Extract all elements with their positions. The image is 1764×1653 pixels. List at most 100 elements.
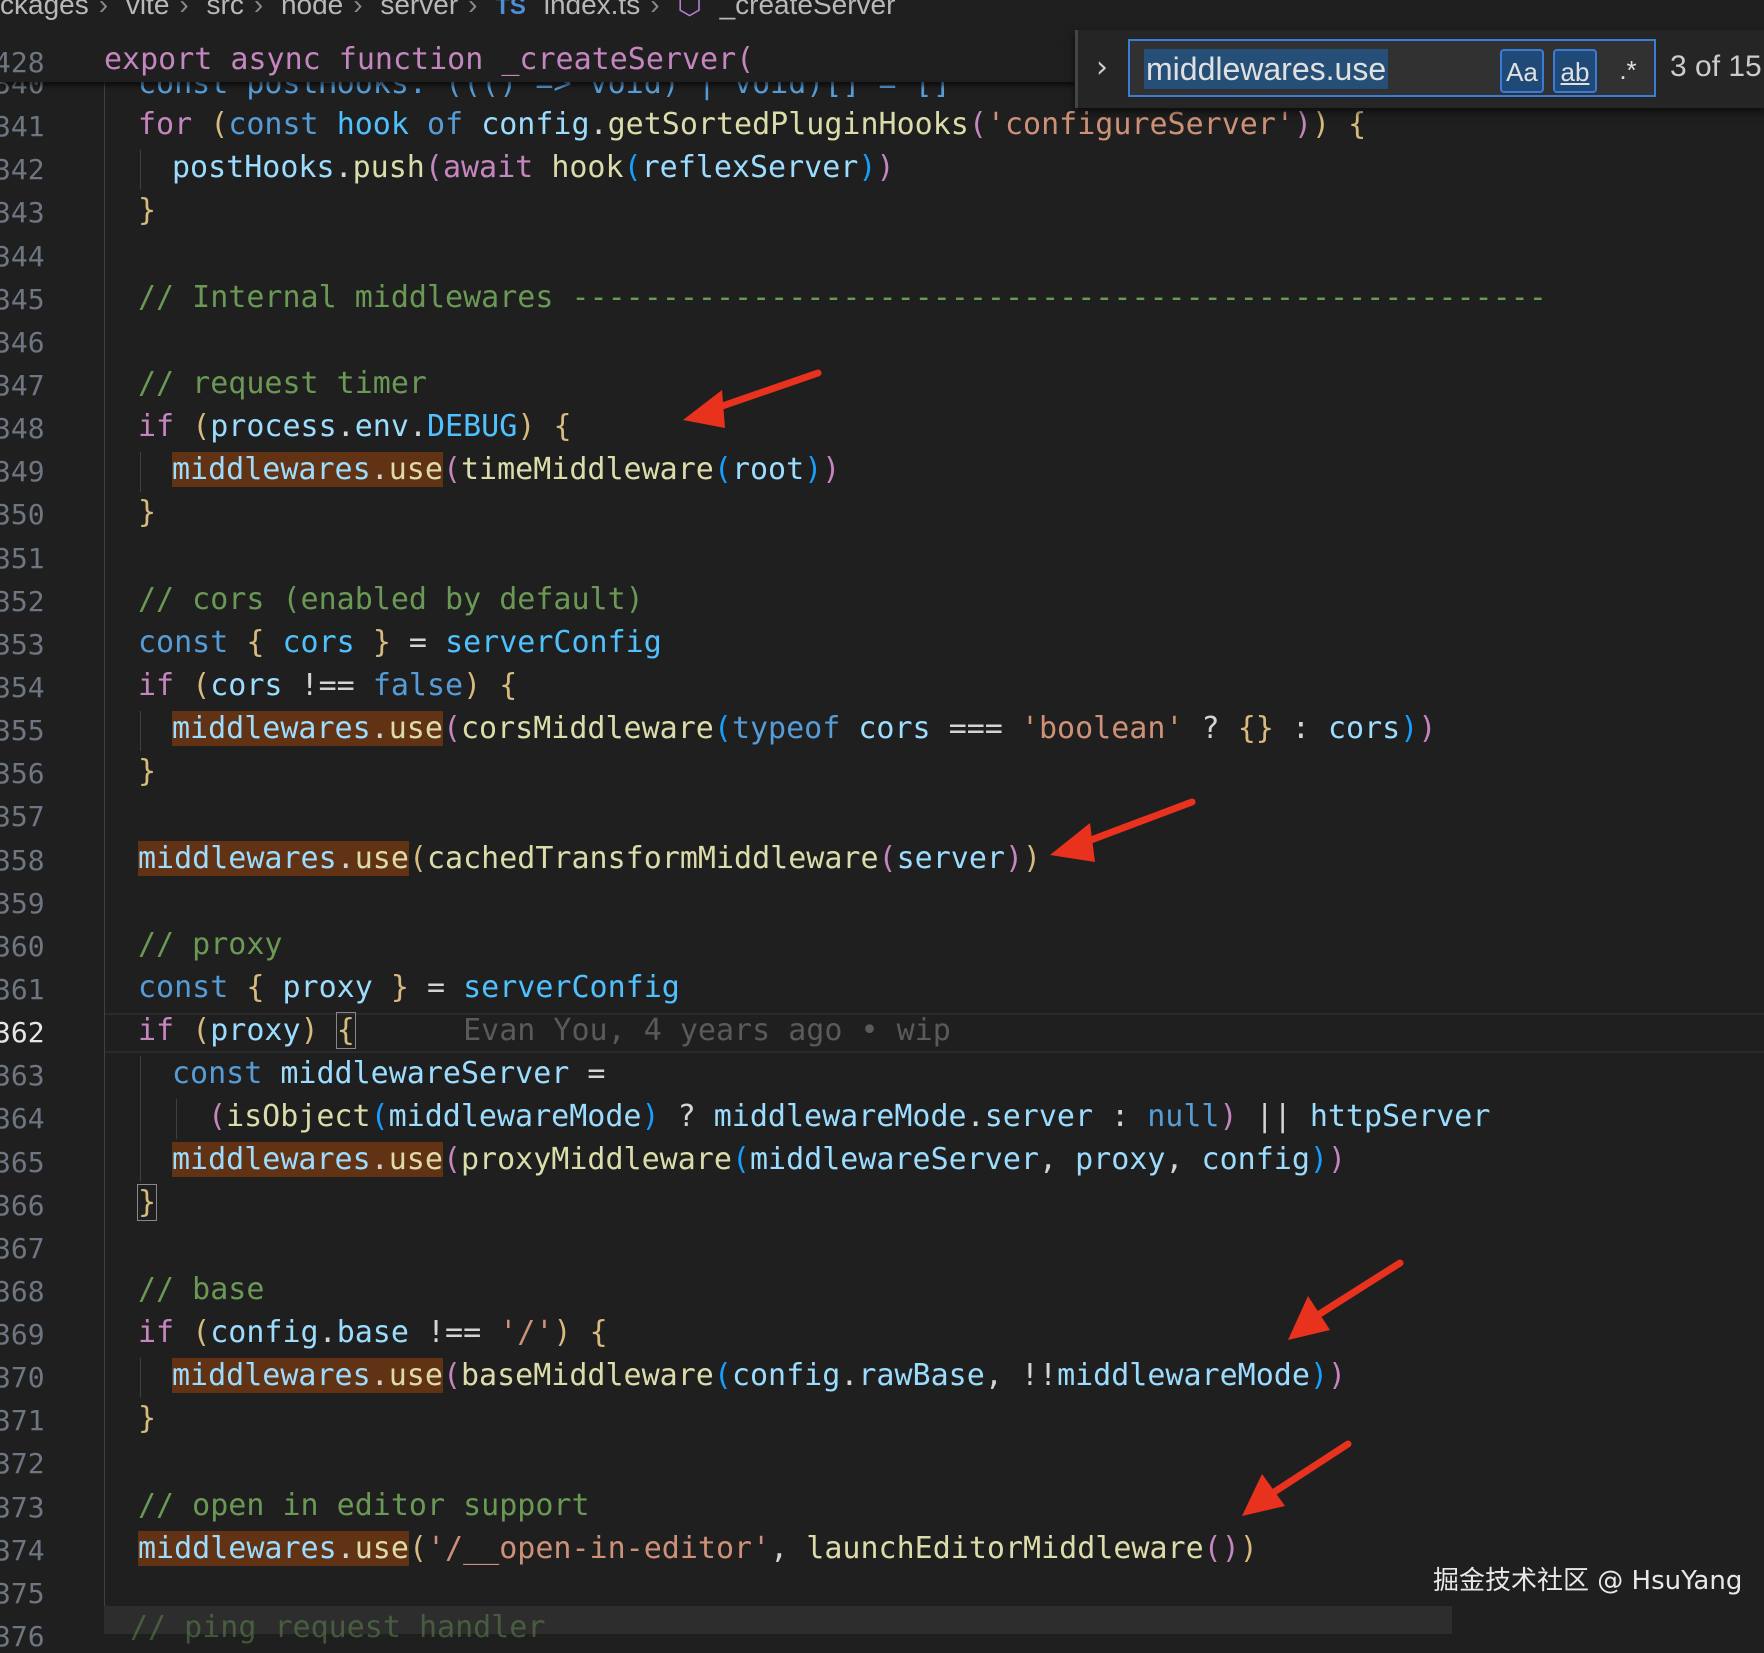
token: middlewareMode bbox=[713, 1099, 967, 1134]
token: use bbox=[354, 841, 409, 876]
token: false bbox=[372, 668, 464, 703]
code-line-358: middlewares.use(cachedTransformMiddlewar… bbox=[138, 841, 1042, 876]
breadcrumb-item-node[interactable]: node bbox=[281, 0, 343, 20]
find-input-box[interactable]: middlewares.use Aa ab .* bbox=[1128, 39, 1656, 97]
line-number[interactable]: 355 bbox=[0, 715, 45, 747]
line-number[interactable]: 373 bbox=[0, 1491, 45, 1524]
line-number[interactable]: 375 bbox=[0, 1577, 45, 1610]
search-match: middlewares.use bbox=[172, 1358, 443, 1393]
token: hook bbox=[336, 107, 409, 142]
token: proxy bbox=[210, 1013, 301, 1048]
indent-guide bbox=[176, 1099, 177, 1139]
match-case-button[interactable]: Aa bbox=[1500, 49, 1544, 93]
toggle-replace-icon[interactable]: › bbox=[1096, 50, 1126, 86]
line-number[interactable]: 370 bbox=[0, 1362, 45, 1394]
token: push bbox=[352, 150, 425, 185]
git-blame-annotation[interactable]: Evan You, 4 years ago • wip bbox=[463, 1013, 951, 1048]
breadcrumb-item-src[interactable]: src bbox=[207, 0, 244, 20]
line-number-gutter[interactable]: 340 341 342 343 344 345 346 347 348 349 350 351 352 3… bbox=[0, 0, 104, 1653]
token: const bbox=[172, 1056, 263, 1091]
indent-guide bbox=[140, 150, 141, 190]
line-number[interactable]: 356 bbox=[0, 758, 45, 790]
token: use bbox=[388, 711, 443, 746]
search-match: middlewares.use bbox=[172, 452, 443, 487]
line-number[interactable]: 372 bbox=[0, 1448, 45, 1480]
line-number[interactable]: 376 bbox=[0, 1621, 45, 1653]
match-whole-word-button[interactable]: ab bbox=[1553, 49, 1597, 93]
comment: // open in editor support bbox=[138, 1488, 590, 1523]
breadcrumb-item-symbol[interactable]: _createServer bbox=[720, 0, 896, 20]
line-number[interactable]: 363 bbox=[0, 1060, 45, 1092]
line-number[interactable]: 344 bbox=[0, 240, 45, 273]
line-number[interactable]: 364 bbox=[0, 1103, 45, 1135]
token: middlewares bbox=[172, 1358, 371, 1393]
line-number[interactable]: 366 bbox=[0, 1189, 45, 1222]
find-widget[interactable]: › middlewares.use Aa ab .* 3 of 15 bbox=[1075, 30, 1764, 108]
line-number[interactable]: 368 bbox=[0, 1275, 45, 1308]
token: proxyMiddleware bbox=[461, 1142, 732, 1177]
token: hook bbox=[551, 150, 624, 185]
code-line-365: middlewares.use(proxyMiddleware(middlewa… bbox=[172, 1142, 1347, 1177]
line-number[interactable]: 369 bbox=[0, 1319, 45, 1351]
token: use bbox=[388, 1358, 443, 1393]
typescript-file-icon: TS bbox=[495, 0, 526, 20]
token: '/' bbox=[499, 1315, 554, 1350]
comment: // cors (enabled by default) bbox=[138, 582, 644, 617]
token: cors bbox=[282, 625, 355, 660]
line-number[interactable]: 371 bbox=[0, 1405, 45, 1437]
line-number[interactable]: 354 bbox=[0, 671, 45, 704]
code-line-343: } bbox=[138, 193, 157, 228]
line-number[interactable]: 360 bbox=[0, 930, 45, 963]
search-match: middlewares.use bbox=[172, 711, 443, 746]
line-number[interactable]: 346 bbox=[0, 326, 45, 359]
line-number[interactable]: 347 bbox=[0, 369, 45, 402]
token: baseMiddleware bbox=[461, 1358, 714, 1393]
comment: // Internal middlewares ----------------… bbox=[138, 280, 1547, 315]
token: isObject bbox=[226, 1099, 371, 1134]
line-number[interactable]: 361 bbox=[0, 973, 45, 1006]
line-number[interactable]: 362 bbox=[0, 1017, 45, 1049]
line-number[interactable]: 353 bbox=[0, 628, 45, 661]
line-number[interactable]: 365 bbox=[0, 1146, 45, 1179]
find-input[interactable]: middlewares.use bbox=[1144, 49, 1389, 89]
comment: // proxy bbox=[138, 927, 283, 962]
breadcrumb: ckages › vite › src › node › server › TS inde… bbox=[0, 0, 1764, 24]
breadcrumb-item-vite[interactable]: vite bbox=[126, 0, 170, 20]
line-number[interactable]: 374 bbox=[0, 1534, 45, 1567]
token: launchEditorMiddleware bbox=[806, 1531, 1204, 1566]
sticky-scroll-header[interactable]: 428 export async function _createServer( bbox=[0, 42, 1075, 82]
code-line-363: const middlewareServer = bbox=[172, 1056, 606, 1091]
token: cors bbox=[858, 711, 931, 746]
line-number[interactable]: 358 bbox=[0, 844, 45, 877]
code-line-360: // proxy bbox=[138, 927, 283, 963]
code-line-374: middlewares.use('/__open-in-editor', lau… bbox=[138, 1531, 1258, 1566]
line-number[interactable]: 351 bbox=[0, 542, 45, 575]
indent-guide bbox=[140, 711, 141, 751]
token: for bbox=[138, 107, 193, 142]
line-number[interactable]: 350 bbox=[0, 499, 45, 531]
token: cors bbox=[1328, 711, 1401, 746]
code-line-366: } bbox=[136, 1184, 158, 1221]
line-number[interactable]: 348 bbox=[0, 413, 45, 445]
token: of bbox=[427, 107, 464, 142]
breadcrumb-item-file[interactable]: index.ts bbox=[544, 0, 641, 20]
code-line-364: (isObject(middlewareMode) ? middlewareMo… bbox=[208, 1099, 1491, 1134]
token: proxy bbox=[282, 970, 373, 1005]
token: cors bbox=[210, 668, 283, 703]
line-number[interactable]: 352 bbox=[0, 585, 45, 618]
line-number[interactable]: 357 bbox=[0, 801, 45, 833]
line-number[interactable]: 367 bbox=[0, 1232, 45, 1265]
breadcrumb-item-server[interactable]: server bbox=[380, 0, 458, 20]
line-number[interactable]: 341 bbox=[0, 111, 45, 143]
code-line-376: // ping request handler bbox=[130, 1610, 546, 1645]
chevron-right-icon: › bbox=[353, 0, 363, 20]
line-number[interactable]: 359 bbox=[0, 887, 45, 920]
line-number[interactable]: 345 bbox=[0, 283, 45, 316]
code-line-341: for (const hook of config.getSortedPlugi… bbox=[138, 107, 1367, 142]
line-number[interactable]: 349 bbox=[0, 456, 45, 488]
token: server bbox=[984, 1099, 1094, 1134]
line-number[interactable]: 342 bbox=[0, 154, 45, 186]
token: reflexServer bbox=[641, 150, 859, 185]
use-regex-button[interactable]: .* bbox=[1606, 49, 1650, 93]
line-number[interactable]: 343 bbox=[0, 197, 45, 229]
